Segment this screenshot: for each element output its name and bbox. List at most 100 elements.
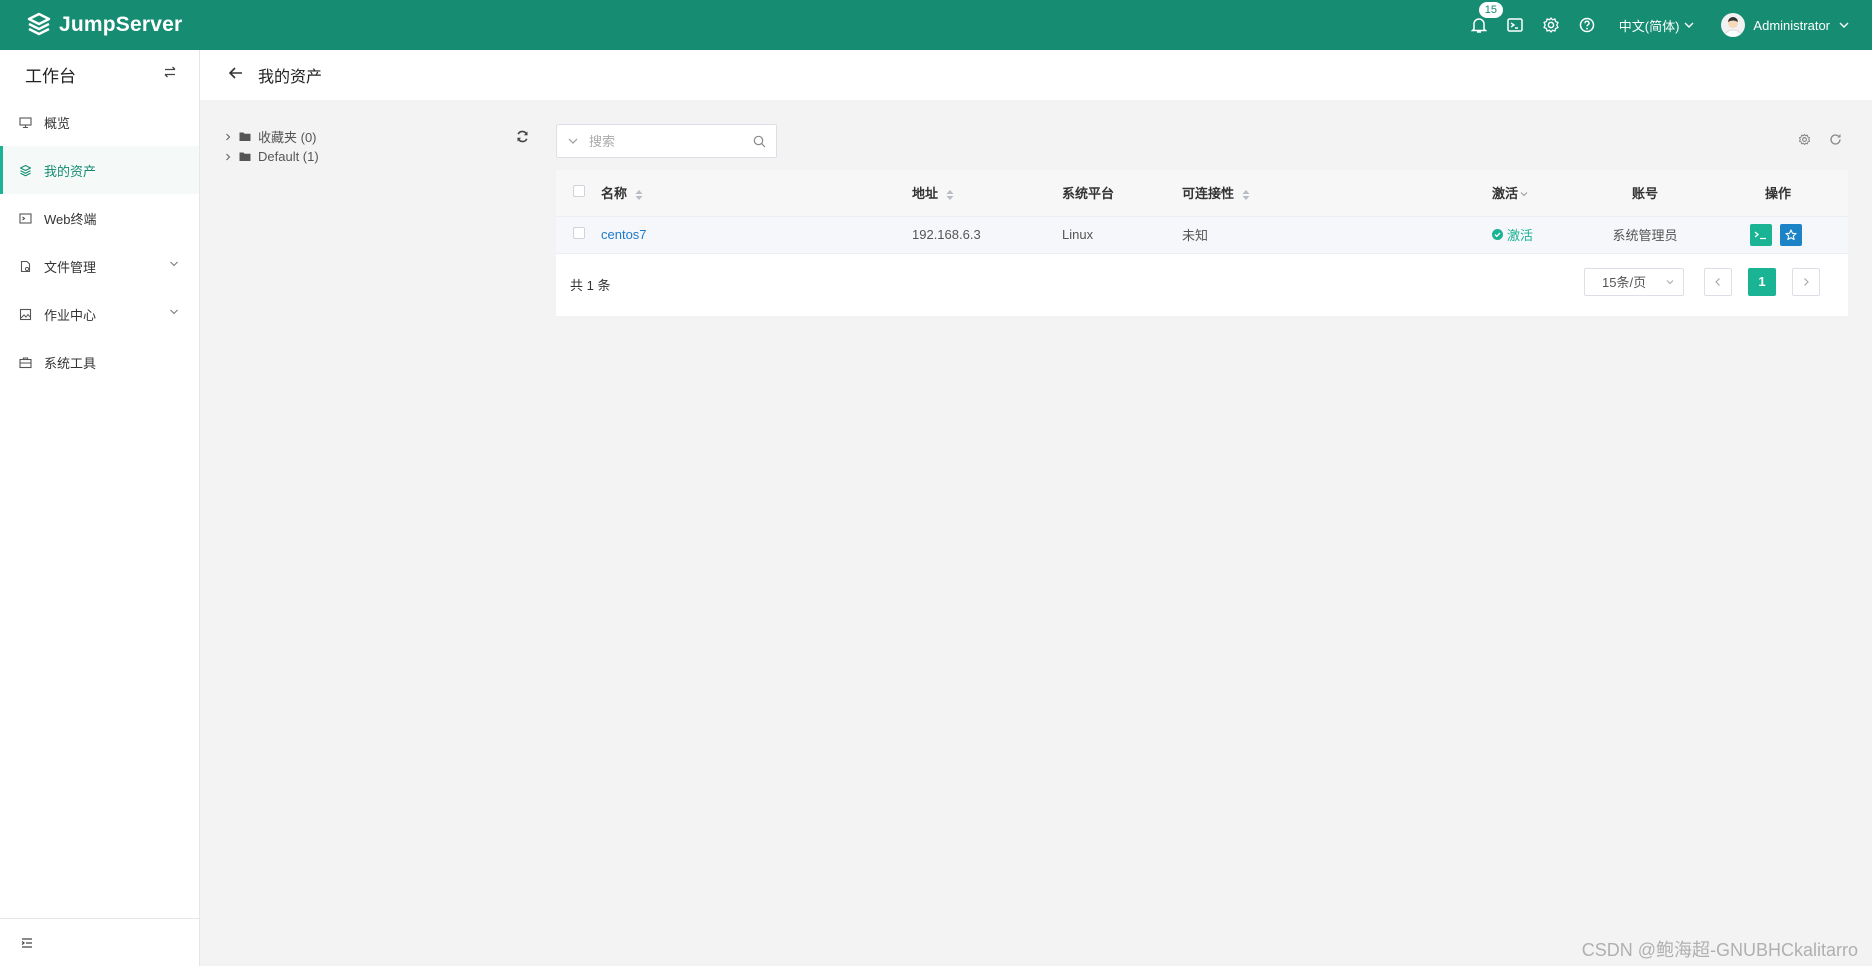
web-terminal-button[interactable] (1497, 0, 1533, 50)
tree-refresh-button[interactable] (516, 130, 529, 146)
asset-tree: 收藏夹 (0) Default (1) (224, 126, 534, 166)
pagination: 15条/页 1 (1584, 267, 1820, 296)
arrow-left-icon (228, 66, 242, 79)
gear-icon (1543, 17, 1559, 33)
chevron-down-icon (1684, 22, 1694, 28)
column-label: 账号 (1631, 186, 1658, 202)
monitor-icon (19, 116, 32, 128)
caret-right-icon[interactable] (224, 149, 232, 164)
menu-fold-icon (21, 937, 32, 948)
chevron-left-icon (1715, 277, 1720, 286)
collapse-sidebar-button[interactable] (0, 918, 199, 966)
page-size-label: 15条/页 (1602, 275, 1647, 290)
column-header-name[interactable]: 名称 (601, 170, 912, 217)
sidebar-item-label: 作业中心 (44, 307, 97, 323)
page-header: 我的资产 (200, 50, 1872, 100)
workspace-title: 工作台 (25, 66, 76, 86)
settings-button[interactable] (1533, 0, 1569, 50)
language-label: 中文(简体) (1618, 18, 1680, 34)
image-icon (19, 308, 32, 320)
watermark: CSDN @鲍海超-GNUBHCkalitarro (1581, 940, 1858, 960)
asset-name-link[interactable]: centos7 (601, 227, 647, 242)
row-select-cell (556, 216, 601, 254)
table-settings-button[interactable] (1798, 133, 1811, 149)
table-row[interactable]: centos7 192.168.6.3 Linux 未知 激活 系统管理员 (556, 216, 1848, 254)
table-refresh-button[interactable] (1829, 133, 1842, 149)
next-page-button[interactable] (1792, 267, 1820, 296)
sidebar-item-label: 文件管理 (44, 259, 97, 275)
workspace-header: 工作台 (0, 50, 199, 98)
column-label: 激活 (1492, 186, 1519, 202)
tree-node-label: 收藏夹 (0) (258, 129, 317, 145)
sidebar-item-job-center[interactable]: 作业中心 (0, 290, 199, 338)
back-button[interactable] (228, 65, 244, 86)
select-all-cell (556, 170, 601, 217)
select-all-checkbox[interactable] (572, 185, 585, 198)
sidebar-item-system-tools[interactable]: 系统工具 (0, 338, 199, 386)
chevron-right-icon (1804, 277, 1809, 286)
sort-icon[interactable] (635, 189, 643, 201)
chevron-down-icon (1839, 22, 1849, 28)
column-label: 名称 (601, 186, 628, 202)
notification-button[interactable]: 15 (1461, 0, 1503, 50)
tree-node-label: Default (1) (258, 148, 319, 164)
terminal-icon (1507, 18, 1523, 32)
table-header-row: 名称 地址 系统平台 可连接性 激活 账号 操作 (556, 170, 1848, 217)
cell-active: 激活 (1492, 216, 1582, 254)
terminal-icon (19, 212, 32, 224)
top-navbar: JumpServer 15 中文(简体) Administrator (0, 0, 1872, 50)
column-label: 地址 (912, 186, 939, 202)
jumpserver-logo-icon (26, 11, 52, 40)
tree-node-favorites[interactable]: 收藏夹 (0) (224, 126, 534, 146)
avatar (1721, 13, 1746, 37)
folder-icon (239, 152, 251, 161)
cell-address: 192.168.6.3 (912, 216, 1062, 254)
sidebar-item-overview[interactable]: 概览 (0, 98, 199, 146)
sort-icon[interactable] (946, 189, 954, 201)
sidebar-item-file-manager[interactable]: 文件管理 (0, 242, 199, 290)
logo[interactable]: JumpServer (26, 11, 182, 40)
refresh-icon (1830, 134, 1841, 145)
page-number-button[interactable]: 1 (1748, 267, 1776, 296)
asset-table-card: 名称 地址 系统平台 可连接性 激活 账号 操作 centos7 192.168… (556, 170, 1848, 316)
search-icon[interactable] (753, 135, 766, 148)
sidebar-item-label: Web终端 (44, 211, 97, 227)
brand-name: JumpServer (59, 13, 183, 36)
sidebar-item-label: 我的资产 (44, 163, 97, 179)
user-menu[interactable]: Administrator (1721, 13, 1850, 37)
column-header-address[interactable]: 地址 (912, 170, 1062, 217)
sidebar-item-my-assets[interactable]: 我的资产 (0, 146, 199, 194)
page-size-select[interactable]: 15条/页 (1584, 267, 1684, 296)
cell-actions (1708, 216, 1848, 254)
prev-page-button[interactable] (1704, 267, 1732, 296)
sidebar-item-web-terminal[interactable]: Web终端 (0, 194, 199, 242)
user-name: Administrator (1753, 17, 1830, 33)
favorite-button[interactable] (1779, 223, 1802, 246)
table-tools (1798, 133, 1842, 149)
total-count: 共 1 条 (570, 278, 611, 293)
switch-view-button[interactable] (163, 64, 177, 84)
chevron-down-icon[interactable] (567, 135, 579, 147)
bell-icon (1470, 18, 1488, 33)
language-selector[interactable]: 中文(简体) (1619, 16, 1696, 35)
caret-right-icon[interactable] (224, 129, 232, 144)
help-button[interactable] (1569, 0, 1605, 50)
column-header-account: 账号 (1582, 170, 1708, 217)
search-box[interactable] (556, 124, 777, 158)
column-header-connectivity[interactable]: 可连接性 (1182, 170, 1492, 217)
connect-button[interactable] (1750, 223, 1773, 246)
sidebar: 工作台 概览 我的资产 Web终端 文件管理 作业中心 系统工具 (0, 50, 200, 966)
filter-chevron-icon[interactable] (1520, 190, 1528, 198)
asset-table: 名称 地址 系统平台 可连接性 激活 账号 操作 centos7 192.168… (556, 170, 1848, 254)
cell-name: centos7 (601, 216, 912, 254)
cell-connectivity: 未知 (1182, 216, 1492, 254)
sort-icon[interactable] (1242, 189, 1250, 201)
cell-platform: Linux (1062, 216, 1182, 254)
search-input[interactable] (589, 133, 729, 149)
row-checkbox[interactable] (572, 227, 585, 239)
column-label: 系统平台 (1062, 186, 1115, 202)
column-header-active[interactable]: 激活 (1492, 170, 1582, 217)
tree-node-default[interactable]: Default (1) (224, 146, 534, 166)
swap-icon (164, 66, 176, 78)
status-label: 激活 (1507, 228, 1534, 243)
